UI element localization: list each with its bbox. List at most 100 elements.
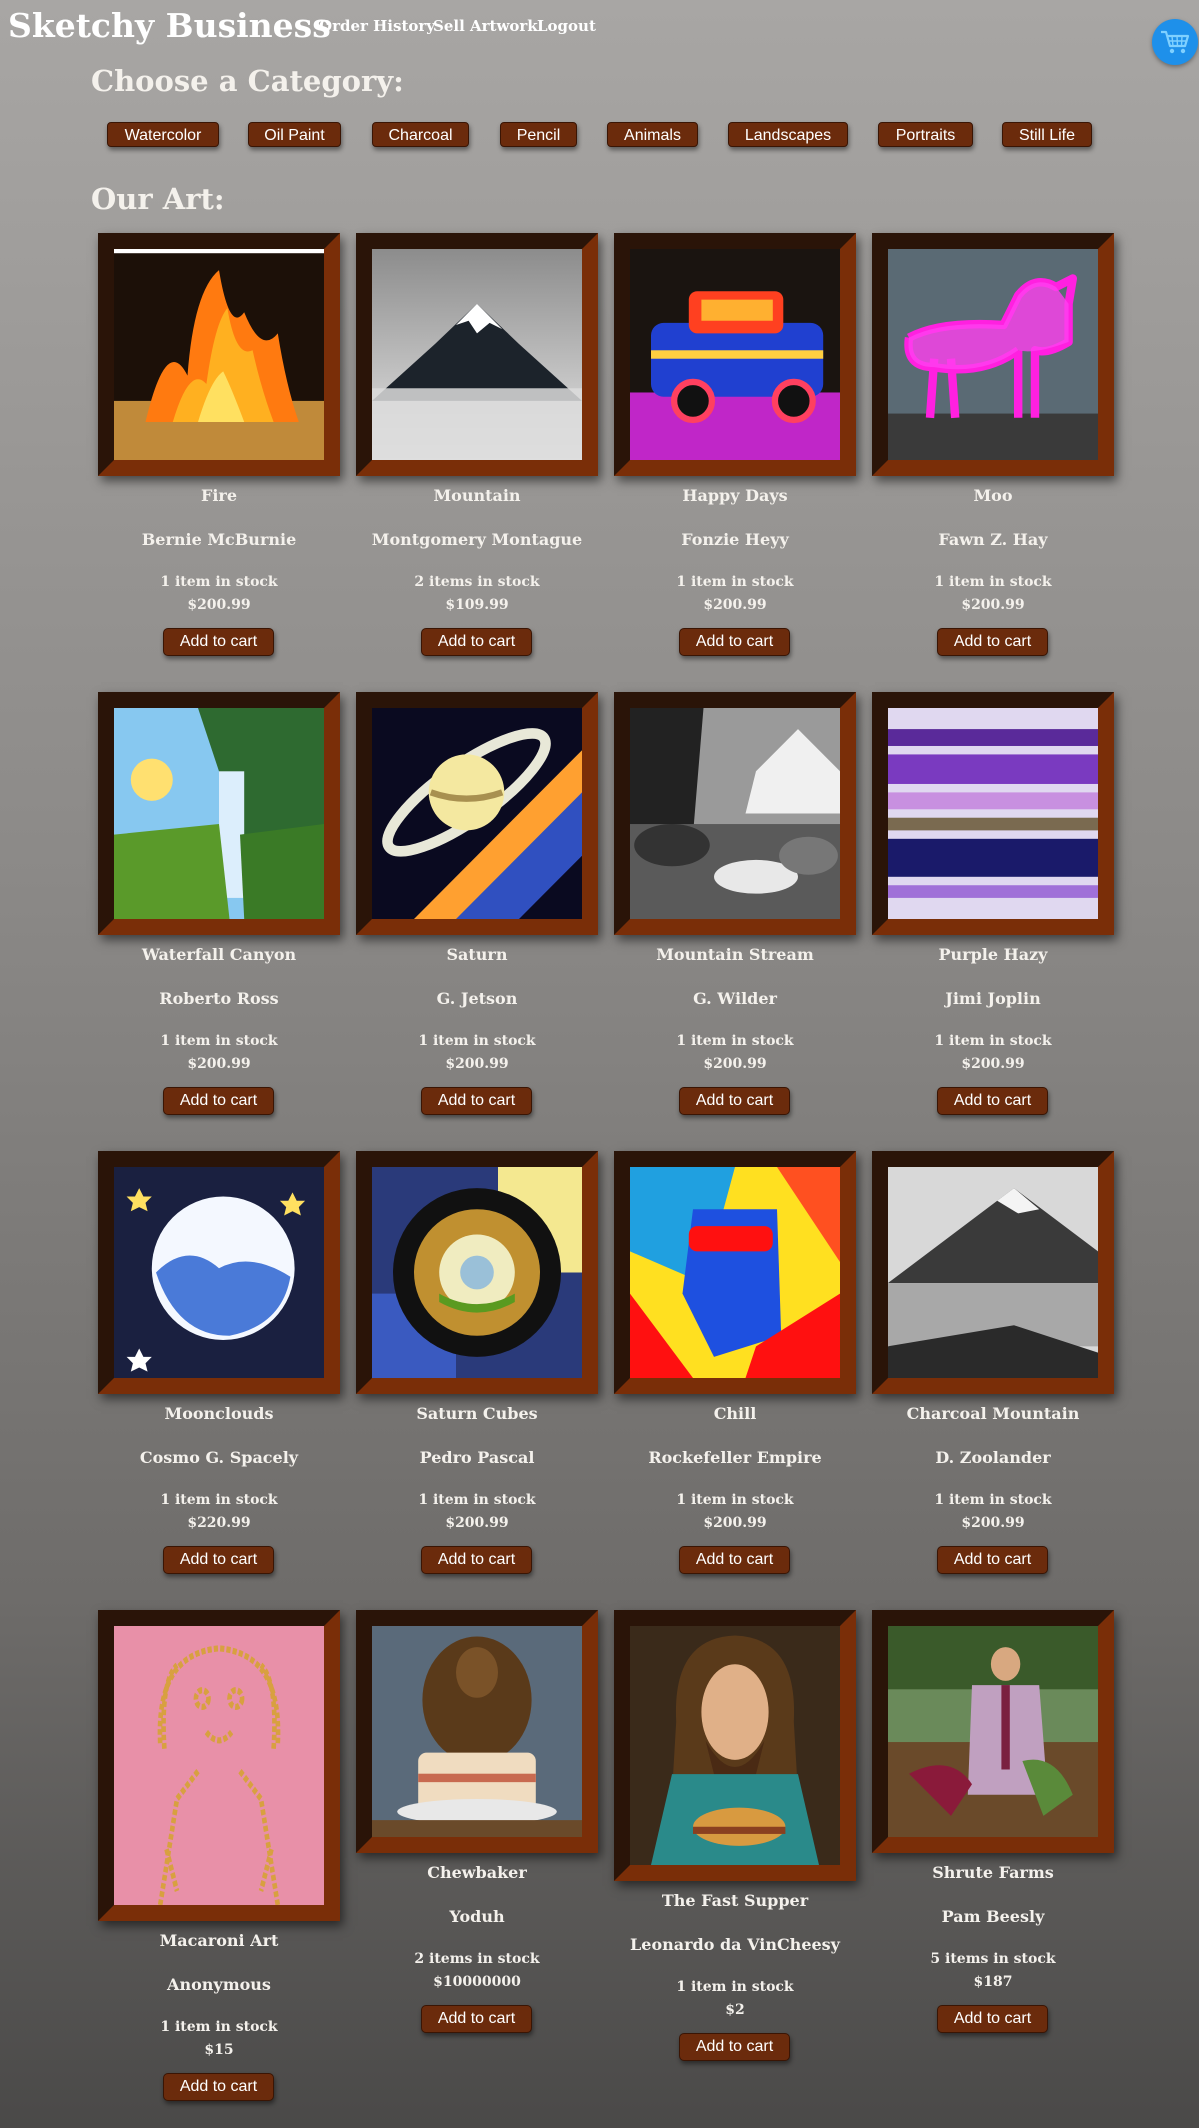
art-stock: 1 item in stock [934,1033,1052,1049]
nav-sell-artwork[interactable]: Sell Artwork [433,17,538,35]
art-image[interactable] [872,692,1114,935]
category-animals[interactable]: Animals [607,122,698,147]
art-stock: 1 item in stock [676,1979,794,1995]
art-image[interactable] [356,692,598,935]
category-oil-paint[interactable]: Oil Paint [248,122,341,147]
category-heading: Choose a Category: [91,64,404,98]
art-title: Moo [973,486,1013,505]
our-art-heading: Our Art: [91,182,225,216]
art-stock: 1 item in stock [160,1033,278,1049]
add-to-cart-button[interactable]: Add to cart [421,2005,532,2033]
art-image[interactable] [98,1610,340,1921]
add-to-cart-button[interactable]: Add to cart [421,1546,532,1574]
art-artist: Pedro Pascal [419,1448,535,1467]
art-artist: Fonzie Heyy [681,530,789,549]
art-stock: 1 item in stock [934,574,1052,590]
art-price: $200.99 [961,1056,1025,1072]
art-image[interactable] [614,233,856,476]
art-artist: Fawn Z. Hay [938,530,1048,549]
art-title: Fire [200,486,238,505]
art-stock: 1 item in stock [418,1492,536,1508]
art-stock: 1 item in stock [676,1033,794,1049]
art-artist: Leonardo da VinCheesy [630,1935,840,1954]
art-price: $220.99 [187,1515,251,1531]
art-price: $200.99 [961,1515,1025,1531]
art-image[interactable] [356,1610,598,1853]
art-title: Waterfall Canyon [141,945,297,964]
shopping-cart-icon [1161,30,1190,54]
art-artist: Jimi Joplin [945,989,1041,1008]
art-title: Moonclouds [164,1404,274,1423]
art-title: Saturn Cubes [416,1404,538,1423]
add-to-cart-button[interactable]: Add to cart [163,1087,274,1115]
add-to-cart-button[interactable]: Add to cart [937,1087,1048,1115]
art-stock: 1 item in stock [160,1492,278,1508]
art-image[interactable] [356,1151,598,1394]
art-price: $10000000 [433,1974,521,1990]
art-image[interactable] [872,1610,1114,1853]
art-price: $200.99 [187,597,251,613]
art-image[interactable] [98,692,340,935]
art-image[interactable] [614,1151,856,1394]
category-pencil[interactable]: Pencil [500,122,577,147]
add-to-cart-button[interactable]: Add to cart [937,1546,1048,1574]
art-price: $200.99 [703,1515,767,1531]
add-to-cart-button[interactable]: Add to cart [421,1087,532,1115]
brand-logo-text[interactable]: Sketchy Business [8,6,331,45]
category-portraits[interactable]: Portraits [878,122,973,147]
art-artist: Roberto Ross [159,989,279,1008]
art-stock: 5 items in stock [930,1951,1056,1967]
art-stock: 1 item in stock [676,574,794,590]
add-to-cart-button[interactable]: Add to cart [679,628,790,656]
art-image[interactable] [614,1610,856,1881]
art-image[interactable] [872,233,1114,476]
art-price: $2 [725,2002,745,2018]
add-to-cart-button[interactable]: Add to cart [163,1546,274,1574]
art-stock: 1 item in stock [934,1492,1052,1508]
shopping-cart-button[interactable] [1152,19,1198,65]
art-price: $200.99 [703,1056,767,1072]
art-artist: G. Wilder [693,989,777,1008]
art-stock: 1 item in stock [160,2019,278,2035]
art-title: Mountain Stream [656,945,814,964]
art-price: $200.99 [445,1515,509,1531]
art-image[interactable] [98,233,340,476]
art-artist: G. Jetson [436,989,518,1008]
category-still-life[interactable]: Still Life [1002,122,1092,147]
art-image[interactable] [872,1151,1114,1394]
art-title: Charcoal Mountain [906,1404,1080,1423]
art-artist: D. Zoolander [935,1448,1051,1467]
art-artist: Montgomery Montague [371,530,583,549]
art-stock: 2 items in stock [414,574,540,590]
art-artist: Pam Beesly [941,1907,1045,1926]
nav-logout[interactable]: Logout [537,17,596,35]
category-watercolor[interactable]: Watercolor [107,122,219,147]
art-artist: Cosmo G. Spacely [139,1448,299,1467]
art-artist: Rockefeller Empire [648,1448,822,1467]
art-image[interactable] [356,233,598,476]
add-to-cart-button[interactable]: Add to cart [421,628,532,656]
add-to-cart-button[interactable]: Add to cart [679,2033,790,2061]
category-landscapes[interactable]: Landscapes [728,122,848,147]
add-to-cart-button[interactable]: Add to cart [679,1546,790,1574]
art-title: Macaroni Art [159,1931,279,1950]
art-price: $200.99 [187,1056,251,1072]
art-price: $109.99 [445,597,509,613]
add-to-cart-button[interactable]: Add to cart [937,2005,1048,2033]
art-artist: Anonymous [167,1975,271,1994]
art-title: The Fast Supper [661,1891,809,1910]
art-price: $200.99 [703,597,767,613]
art-title: Happy Days [682,486,788,505]
add-to-cart-button[interactable]: Add to cart [937,628,1048,656]
category-charcoal[interactable]: Charcoal [372,122,469,147]
nav-order-history[interactable]: Order History [319,17,435,35]
add-to-cart-button[interactable]: Add to cart [679,1087,790,1115]
art-price: $15 [204,2042,234,2058]
add-to-cart-button[interactable]: Add to cart [163,628,274,656]
add-to-cart-button[interactable]: Add to cart [163,2073,274,2101]
art-image[interactable] [98,1151,340,1394]
art-artist: Bernie McBurnie [141,530,297,549]
art-price: $200.99 [445,1056,509,1072]
art-image[interactable] [614,692,856,935]
art-stock: 1 item in stock [676,1492,794,1508]
